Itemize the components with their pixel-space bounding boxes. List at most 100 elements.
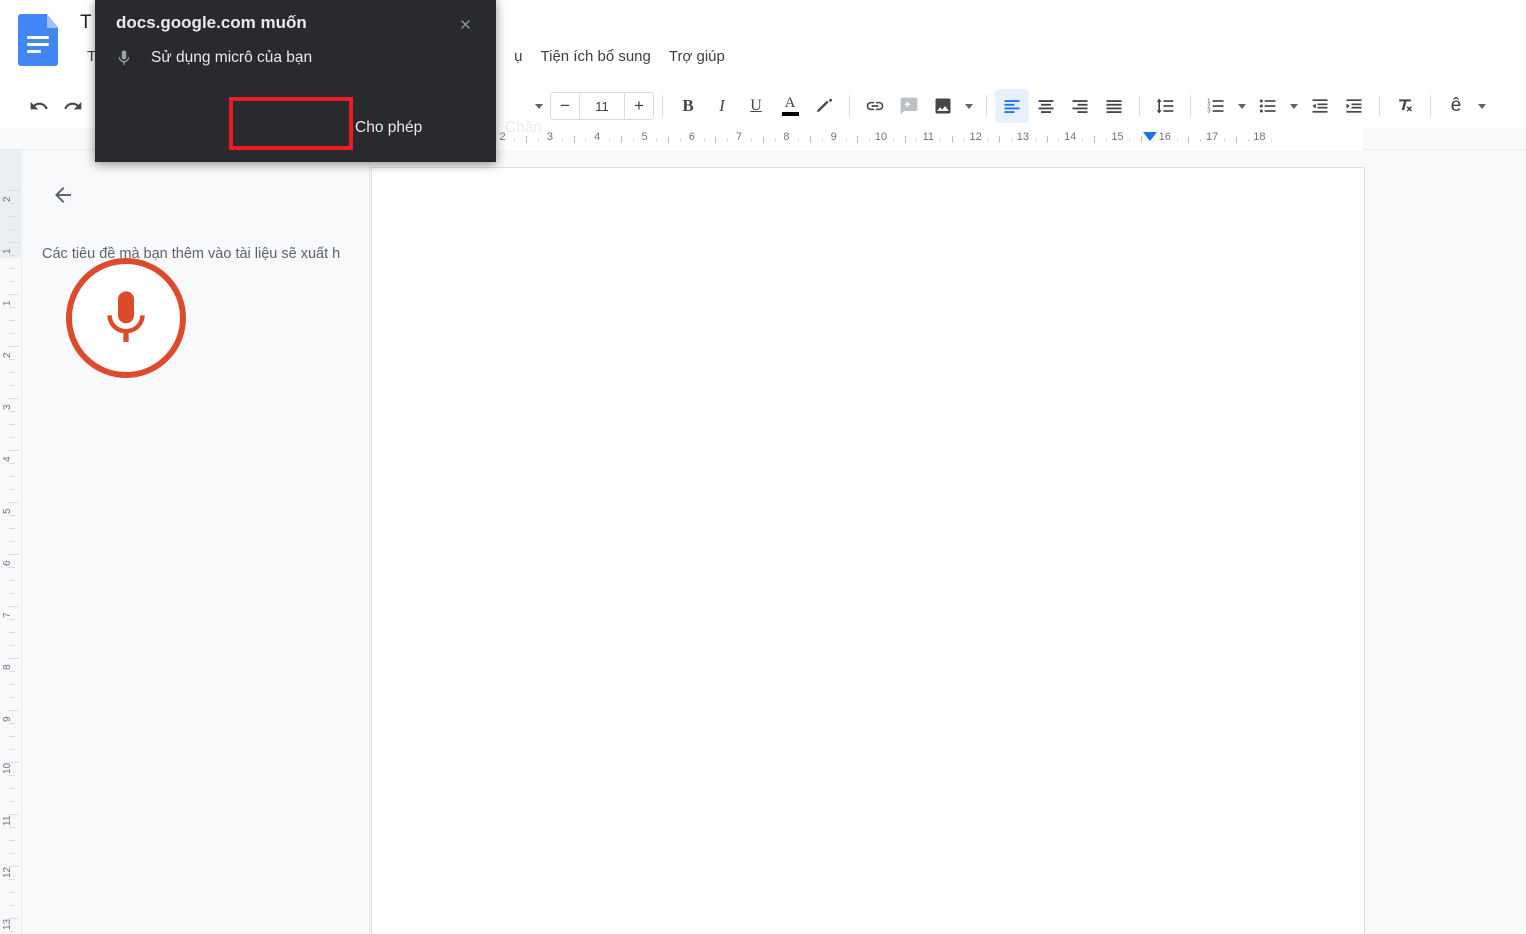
clear-formatting-icon: [1399, 99, 1413, 112]
align-justify-button[interactable]: [1097, 89, 1131, 123]
ruler-tick: [9, 606, 19, 607]
allow-button[interactable]: Cho phép: [341, 111, 436, 145]
redo-button[interactable]: [56, 89, 90, 123]
ruler-tick: [620, 136, 622, 143]
numbered-list-button[interactable]: 1 2 3: [1199, 89, 1233, 123]
ruler-tick: [9, 463, 15, 464]
ruler-tick: [9, 827, 15, 828]
ruler-tick: [9, 554, 19, 555]
toolbar-separator: [1379, 95, 1380, 117]
chevron-down-icon: [965, 103, 973, 109]
decrease-indent-button[interactable]: [1303, 89, 1337, 123]
menu-item-1[interactable]: ụ: [505, 46, 531, 67]
numbered-list-dropdown[interactable]: [1233, 89, 1251, 123]
ruler-tick: [9, 294, 19, 295]
document-canvas[interactable]: [371, 150, 1526, 934]
align-center-button[interactable]: [1029, 89, 1063, 123]
ruler-tick: [9, 528, 15, 529]
ruler-subtick: [703, 139, 705, 142]
ruler-tick: [668, 136, 670, 143]
insert-image-dropdown[interactable]: [960, 89, 978, 123]
ruler-tick: [9, 632, 15, 633]
ruler-subtick: [845, 139, 847, 142]
chevron-down-icon: [1290, 103, 1298, 109]
ruler-subtick: [798, 139, 800, 142]
logo-line: [27, 50, 41, 53]
ruler-tick: [762, 136, 764, 143]
ruler-tick: [9, 281, 15, 282]
voice-typing-mic-button[interactable]: [66, 258, 186, 378]
ruler-tick: [9, 567, 15, 568]
ruler-tick: [9, 307, 15, 308]
clear-formatting-button[interactable]: [1388, 89, 1422, 123]
ruler-tick: [9, 502, 19, 503]
ruler-subtick: [987, 139, 989, 142]
ruler-subtick: [1223, 139, 1225, 142]
bold-icon: B: [682, 96, 694, 115]
bold-button[interactable]: B: [671, 89, 705, 123]
ruler-subtick: [609, 139, 611, 142]
ruler-tick: [9, 619, 15, 620]
docs-logo-button[interactable]: [18, 14, 62, 66]
toolbar-separator: [849, 95, 850, 117]
underline-button[interactable]: U: [739, 89, 773, 123]
right-indent-marker[interactable]: [1142, 132, 1157, 141]
input-tools-dropdown[interactable]: [1473, 89, 1491, 123]
align-right-button[interactable]: [1063, 89, 1097, 123]
google-docs-logo-icon: [18, 14, 58, 66]
ruler-tick: [9, 190, 19, 191]
highlight-color-button[interactable]: [807, 89, 841, 123]
ruler-number: 11: [922, 131, 935, 143]
ruler-subtick: [869, 139, 871, 142]
ruler-subtick: [1176, 139, 1178, 142]
block-button[interactable]: Chặn: [491, 111, 556, 145]
bulleted-list-icon: [1259, 99, 1276, 113]
italic-button[interactable]: I: [705, 89, 739, 123]
input-tools-button[interactable]: ê: [1439, 89, 1473, 123]
line-spacing-button[interactable]: [1148, 89, 1182, 123]
document-page[interactable]: [372, 168, 1364, 934]
google-docs-window: T T ụ Tiện ích bổ sung Trợ giúp − 11 + B…: [0, 0, 1526, 934]
font-size-stepper: − 11 +: [550, 92, 654, 120]
bulleted-list-button[interactable]: [1251, 89, 1285, 123]
ruler-tick: [9, 866, 19, 867]
insert-image-button[interactable]: [926, 89, 960, 123]
close-outline-button[interactable]: [46, 178, 80, 212]
insert-link-button[interactable]: [858, 89, 892, 123]
increase-indent-button[interactable]: [1337, 89, 1371, 123]
bulleted-list-dropdown[interactable]: [1285, 89, 1303, 123]
toolbar-separator: [986, 95, 987, 117]
align-left-button[interactable]: [995, 89, 1029, 123]
logo-line: [27, 43, 49, 46]
allow-button-highlight-annotation: [229, 97, 353, 150]
vertical-ruler[interactable]: 2 1 1 2 3 4 5 6 7 8 9 10 11 12 13: [0, 150, 22, 934]
ruler-tick: [9, 853, 15, 854]
increase-indent-icon: [1346, 99, 1362, 113]
close-dialog-button[interactable]: [452, 11, 478, 37]
ruler-tick: [9, 372, 15, 373]
ruler-number: 9: [2, 716, 13, 722]
toolbar-separator: [1190, 95, 1191, 117]
ruler-tick: [9, 801, 15, 802]
decrease-indent-icon: [1312, 99, 1328, 113]
text-color-letter: A: [784, 95, 796, 111]
document-title[interactable]: T: [80, 12, 92, 34]
ruler-number: 8: [783, 131, 790, 143]
ruler-number: 11: [2, 815, 13, 826]
ruler-subtick: [1247, 139, 1249, 142]
add-comment-button[interactable]: [892, 89, 926, 123]
insert-image-icon: [935, 98, 951, 114]
ruler-subtick: [750, 139, 752, 142]
menu-item-help[interactable]: Trợ giúp: [660, 46, 734, 67]
ruler-tick: [9, 892, 15, 893]
undo-button[interactable]: [22, 89, 56, 123]
text-color-button[interactable]: A: [773, 89, 807, 123]
ruler-subtick: [1058, 139, 1060, 142]
font-size-input[interactable]: 11: [579, 93, 625, 119]
highlight-pen-icon: [816, 98, 833, 113]
ruler-subtick: [774, 139, 776, 142]
menu-item-addons[interactable]: Tiện ích bổ sung: [532, 46, 660, 67]
ruler-subtick: [916, 139, 918, 142]
ruler-tick: [9, 424, 15, 425]
font-size-increase-button[interactable]: +: [625, 93, 653, 119]
